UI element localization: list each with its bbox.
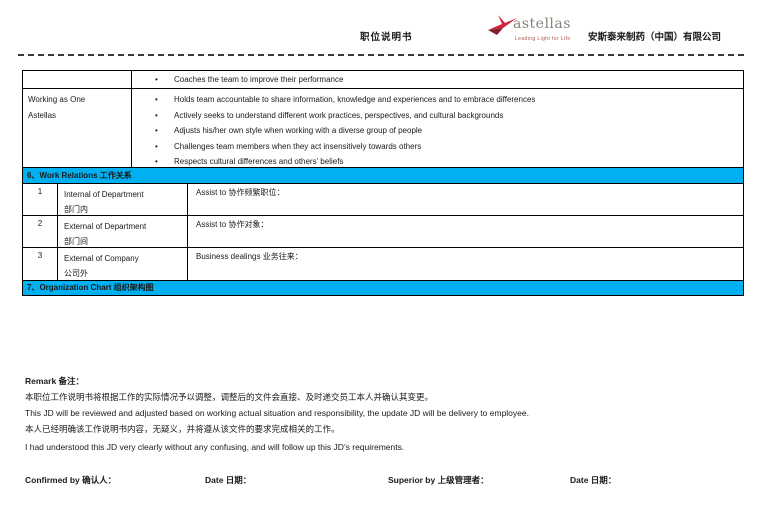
bullet-item: Challenges team members when they act in…: [132, 139, 743, 155]
relation-type-cn: 公司外: [64, 266, 187, 281]
bullet-item: Respects cultural differences and others…: [132, 154, 743, 170]
relation-type-en: Internal of Department: [64, 190, 144, 199]
company-name: 安斯泰来制药（中国）有限公司: [588, 29, 721, 43]
relation-type-cell: External of Department 部门间: [58, 216, 188, 247]
table-row: 3 External of Company 公司外 Business deali…: [23, 248, 743, 281]
astellas-logo: astellas Leading Light for Life: [487, 12, 583, 48]
section-header-org-chart: 7、Organization Chart 组织架构图: [23, 281, 743, 295]
competency-label-cell: Working as One Astellas: [23, 89, 132, 167]
jd-table: Coaches the team to improve their perfor…: [22, 70, 744, 296]
remark-title: Remark 备注：: [25, 373, 529, 389]
remark-line-en: This JD will be reviewed and adjusted ba…: [25, 405, 529, 421]
table-row: Working as One Astellas Holds team accou…: [23, 89, 743, 168]
relation-content-cell: Assist to 协作对象：: [188, 216, 743, 247]
logo-tagline: Leading Light for Life: [515, 36, 571, 42]
row-number: 3: [23, 248, 58, 280]
row-number: 2: [23, 216, 58, 247]
competency-label-cell: [23, 71, 132, 88]
bullet-item: Coaches the team to improve their perfor…: [132, 73, 743, 87]
row-number: 1: [23, 184, 58, 215]
relation-type-cn: 部门内: [64, 202, 187, 217]
signoff-row: Confirmed by 确认人： Date 日期： Superior by 上…: [0, 474, 758, 488]
competency-bullets-cell: Coaches the team to improve their perfor…: [132, 71, 743, 88]
header-divider: [18, 54, 744, 56]
table-row: Coaches the team to improve their perfor…: [23, 71, 743, 89]
section-header-work-relations: 6、Work Relations 工作关系: [23, 168, 743, 184]
relation-type-cn: 部门间: [64, 234, 187, 249]
relation-type-en: External of Department: [64, 222, 146, 231]
relation-type-cell: External of Company 公司外: [58, 248, 188, 280]
remark-block: Remark 备注： 本职位工作说明书将根据工作的实际情况予以调整，调整后的文件…: [25, 373, 529, 455]
relation-type-cell: Internal of Department 部门内: [58, 184, 188, 215]
table-row: 2 External of Department 部门间 Assist to 协…: [23, 216, 743, 248]
competency-label: Working as One Astellas: [28, 92, 108, 124]
relation-type-en: External of Company: [64, 254, 139, 263]
bullet-item: Actively seeks to understand different w…: [132, 108, 743, 124]
bullet-item: Adjusts his/her own style when working w…: [132, 123, 743, 139]
remark-line-cn: 本人已经明确该工作说明书内容，无疑义，并将遵从该文件的要求完成相关的工作。: [25, 421, 529, 437]
jd-document-page: 职位说明书 astellas Leading Light for Life 安斯…: [0, 0, 758, 527]
confirmed-by-label: Confirmed by 确认人：: [25, 474, 116, 486]
remark-line-cn: 本职位工作说明书将根据工作的实际情况予以调整，调整后的文件会直接、及时递交员工本…: [25, 389, 529, 405]
competency-bullets-cell: Holds team accountable to share informat…: [132, 89, 743, 167]
date-label: Date 日期：: [205, 474, 251, 486]
superior-by-label: Superior by 上级管理者：: [388, 474, 489, 486]
document-title: 职位说明书: [360, 29, 413, 43]
date-label: Date 日期：: [570, 474, 616, 486]
logo-wordmark: astellas: [513, 16, 571, 32]
remark-line-en: I had understood this JD very clearly wi…: [25, 439, 529, 455]
relation-content-cell: Business dealings 业务往来：: [188, 248, 743, 280]
relation-content-cell: Assist to 协作频繁职位：: [188, 184, 743, 215]
bullet-item: Holds team accountable to share informat…: [132, 92, 743, 108]
table-row: 1 Internal of Department 部门内 Assist to 协…: [23, 184, 743, 216]
